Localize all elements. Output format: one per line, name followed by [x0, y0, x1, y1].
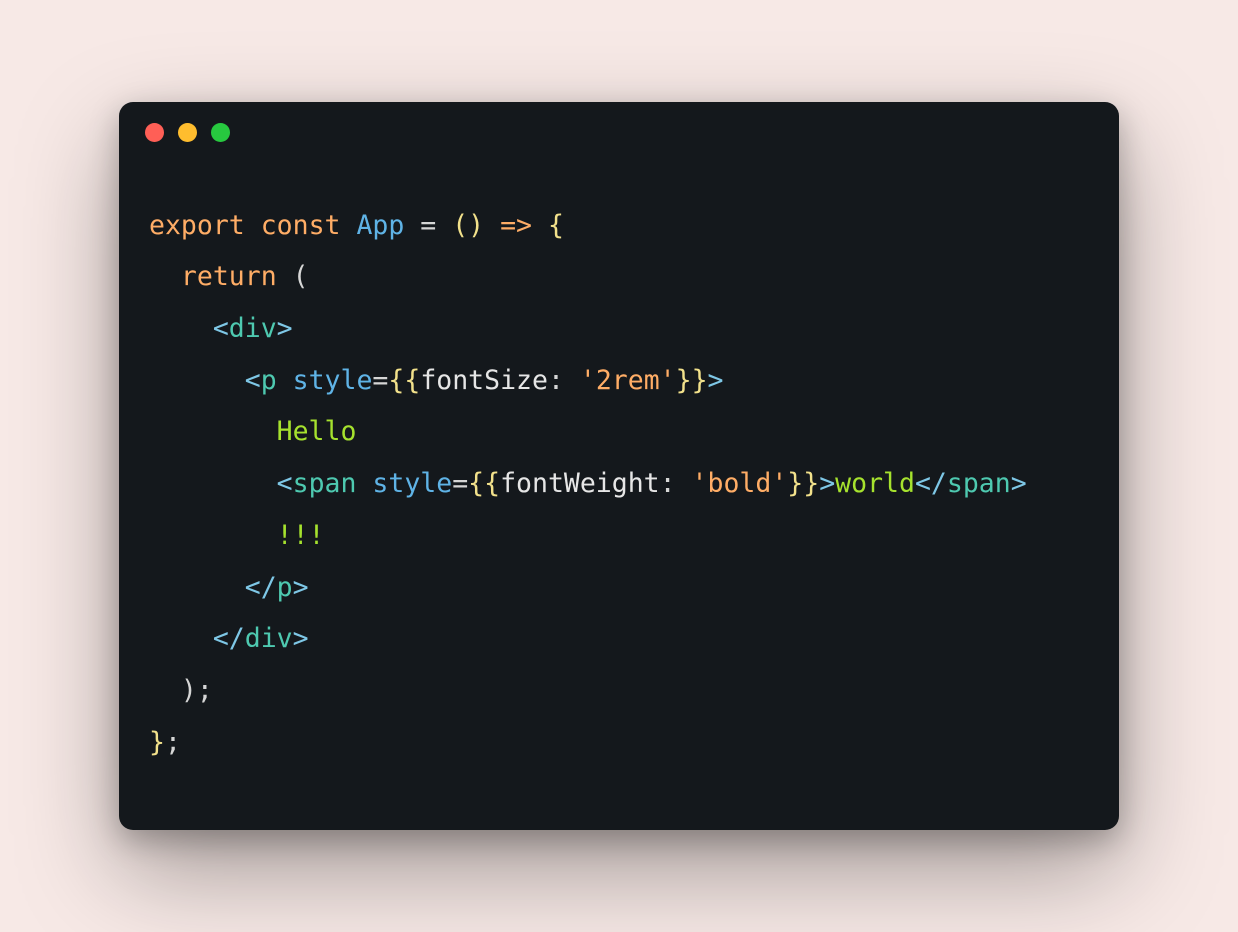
keyword-const: const	[261, 210, 341, 241]
indent	[149, 675, 181, 706]
tag-span-close: span	[947, 468, 1011, 499]
jsx-text-bangs: !!!	[277, 520, 325, 551]
semicolon: ;	[165, 727, 181, 758]
identifier-app: App	[356, 210, 404, 241]
parens-empty: ()	[452, 210, 484, 241]
double-brace-close: }}	[676, 365, 708, 396]
angle-close: >	[293, 572, 309, 603]
window-close-icon[interactable]	[145, 123, 164, 142]
angle-close: >	[819, 468, 835, 499]
slash: /	[931, 468, 947, 499]
string-2rem: '2rem'	[580, 365, 676, 396]
angle-close: >	[1011, 468, 1027, 499]
slash: /	[261, 572, 277, 603]
indent	[149, 572, 245, 603]
indent	[149, 313, 213, 344]
window-maximize-icon[interactable]	[211, 123, 230, 142]
tag-p-close: p	[277, 572, 293, 603]
equals: =	[452, 468, 468, 499]
indent	[149, 520, 277, 551]
angle-close: >	[708, 365, 724, 396]
angle-open: <	[915, 468, 931, 499]
slash: /	[229, 623, 245, 654]
arrow: =>	[484, 210, 548, 241]
space	[340, 210, 356, 241]
semicolon: ;	[197, 675, 213, 706]
paren-close: )	[181, 675, 197, 706]
attr-style: style	[293, 365, 373, 396]
double-brace-open: {{	[468, 468, 500, 499]
brace-close: }	[149, 727, 165, 758]
prop-fontsize: fontSize	[420, 365, 548, 396]
indent	[149, 365, 245, 396]
angle-open: <	[245, 365, 261, 396]
equals: =	[372, 365, 388, 396]
window-titlebar	[119, 102, 1119, 164]
space	[245, 210, 261, 241]
angle-close: >	[293, 623, 309, 654]
tag-span: span	[293, 468, 357, 499]
jsx-text-world: world	[835, 468, 915, 499]
page-stage: export const App = () => { return ( <div…	[0, 0, 1238, 932]
angle-open: <	[277, 468, 293, 499]
code-block: export const App = () => { return ( <div…	[119, 164, 1119, 788]
double-brace-open: {{	[388, 365, 420, 396]
double-brace-close: }}	[787, 468, 819, 499]
tag-div: div	[229, 313, 277, 344]
colon: :	[660, 468, 692, 499]
indent	[149, 623, 213, 654]
space	[356, 468, 372, 499]
indent	[149, 468, 277, 499]
angle-open: <	[213, 313, 229, 344]
keyword-return: return	[181, 261, 277, 292]
tag-div-close: div	[245, 623, 293, 654]
tag-p: p	[261, 365, 277, 396]
paren-open: (	[277, 261, 309, 292]
keyword-export: export	[149, 210, 245, 241]
colon: :	[548, 365, 580, 396]
jsx-text-hello: Hello	[277, 416, 357, 447]
operator-equals: =	[404, 210, 452, 241]
space	[277, 365, 293, 396]
angle-open: <	[245, 572, 261, 603]
code-window: export const App = () => { return ( <div…	[119, 102, 1119, 830]
window-minimize-icon[interactable]	[178, 123, 197, 142]
attr-style: style	[372, 468, 452, 499]
indent	[149, 416, 277, 447]
angle-close: >	[277, 313, 293, 344]
prop-fontweight: fontWeight	[500, 468, 660, 499]
indent	[149, 261, 181, 292]
angle-open: <	[213, 623, 229, 654]
string-bold: 'bold'	[692, 468, 788, 499]
brace-open: {	[548, 210, 564, 241]
